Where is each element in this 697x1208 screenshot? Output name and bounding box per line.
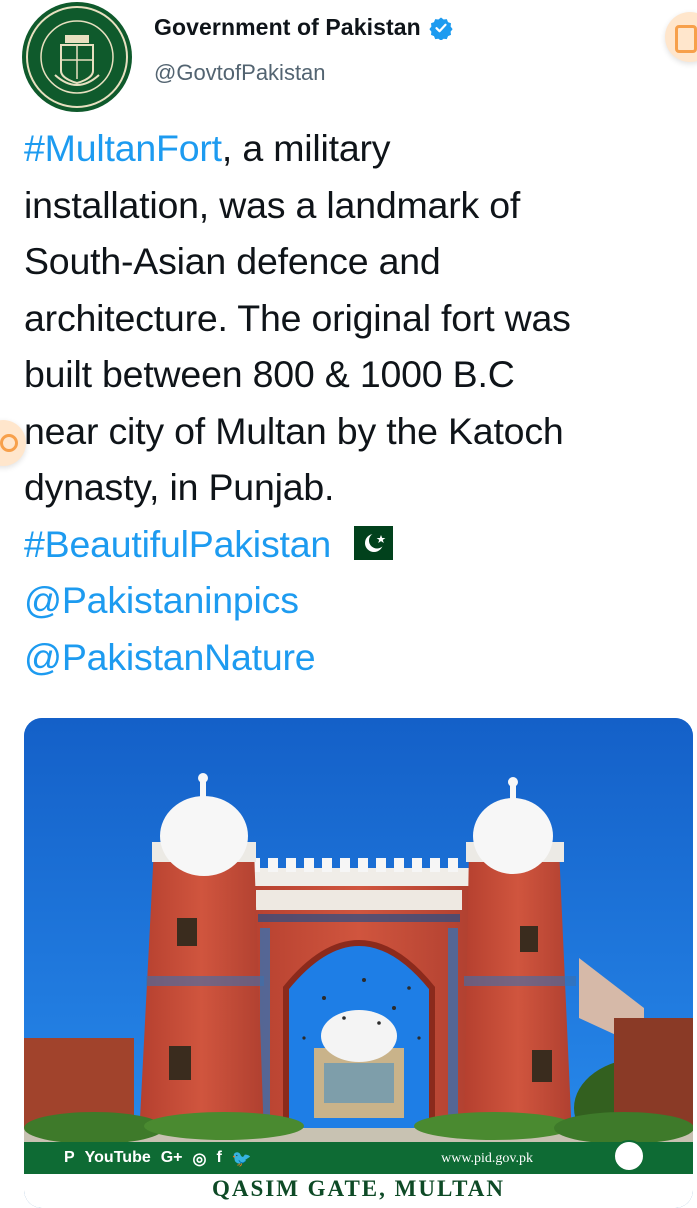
mention-link[interactable]: @PakistanNature [24,629,694,686]
mention-link[interactable]: @Pakistaninpics [24,572,694,629]
tweet-line: installation, was a landmark of [24,183,521,226]
account-handle[interactable]: @GovtofPakistan [154,60,326,86]
tweet-text: #MultanFort, a military installation, wa… [24,120,694,685]
avatar[interactable] [22,2,132,112]
pid-logo-icon [613,1140,645,1172]
google-plus-icon: G+ [160,1149,183,1166]
tweet-line-text: , a military [221,127,391,169]
pinterest-icon: P [64,1149,75,1166]
floating-side-button[interactable] [0,420,26,466]
website-text: www.pid.gov.pk [441,1151,533,1166]
social-icons: P YouTube G+ ◎ f 🐦 [64,1149,252,1169]
verified-badge-icon [429,17,453,40]
floating-action-button[interactable] [665,12,697,62]
tweet-media-image[interactable]: P YouTube G+ ◎ f 🐦 www.pid.gov.pk QASIM … [24,718,693,1208]
tweet-line: South-Asian defence and [24,240,441,282]
tweet-line: architecture. The original fort was [24,296,571,339]
pakistan-flag-icon [341,525,394,560]
hashtag-link[interactable]: #MultanFort [24,127,222,169]
twitter-icon: 🐦 [231,1151,252,1168]
media-footer-strip: P YouTube G+ ◎ f 🐦 www.pid.gov.pk [24,1142,693,1176]
display-name[interactable]: Government of Pakistan [154,14,421,41]
government-seal-icon [26,6,128,108]
tweet-line: #BeautifulPakistan [24,516,694,573]
facebook-icon: f [216,1149,222,1166]
qasim-gate-photo [24,718,693,1208]
account-name-row[interactable]: Government of Pakistan [154,14,453,41]
instagram-icon: ◎ [192,1151,207,1168]
youtube-icon: YouTube [84,1149,151,1166]
media-caption: QASIM GATE, MULTAN [24,1174,693,1208]
tweet-line: built between 800 & 1000 B.C [24,353,515,395]
mention-text[interactable]: @Pakistaninpics [24,579,299,621]
tweet-line: near city of Multan by the Katoch [24,409,564,452]
hashtag-link[interactable]: #BeautifulPakistan [24,523,331,565]
tweet-line: #MultanFort, a military [24,120,694,177]
mention-text[interactable]: @PakistanNature [24,636,316,678]
tweet-line: dynasty, in Punjab. [24,466,335,508]
